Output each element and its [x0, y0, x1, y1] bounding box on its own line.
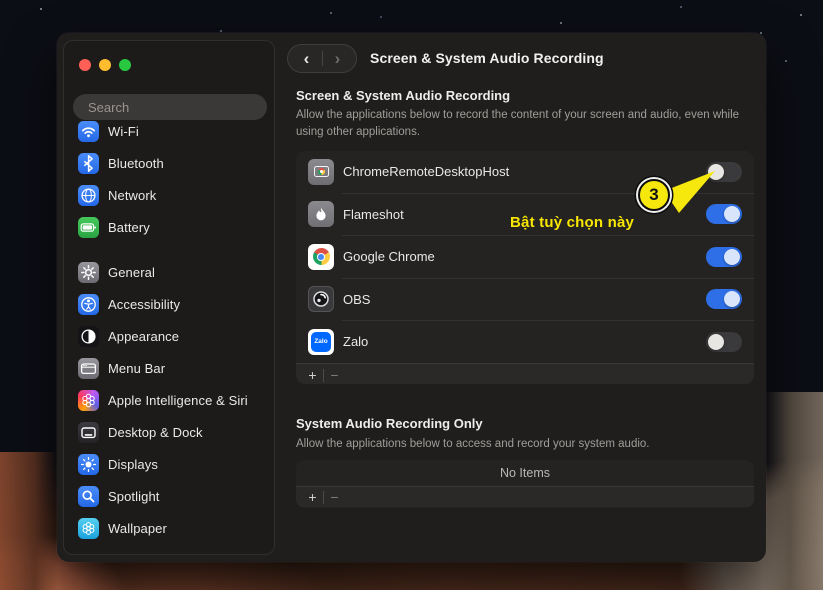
search-field[interactable]: [73, 94, 267, 120]
sidebar-item-accessibility[interactable]: Accessibility: [64, 288, 274, 320]
screen-recording-heading: Screen & System Audio Recording: [296, 88, 510, 103]
flower-icon: [78, 518, 99, 539]
nav-back-forward: ‹ ›: [287, 44, 357, 73]
chrome-remote-desktop-icon: [308, 159, 334, 185]
accessibility-icon: [78, 294, 99, 315]
obs-toggle[interactable]: [706, 289, 742, 309]
minimize-window-button[interactable]: [99, 59, 111, 71]
system-audio-heading: System Audio Recording Only: [296, 416, 483, 431]
sidebar-item-displays[interactable]: Displays: [64, 448, 274, 480]
sidebar-item-wallpaper[interactable]: Wallpaper: [64, 512, 274, 544]
empty-state: No Items: [296, 460, 754, 486]
annotation-step-badge: 3: [638, 179, 670, 211]
app-name: OBS: [343, 292, 697, 307]
sidebar-item-label: Bluetooth: [108, 156, 164, 171]
screen-recording-app-list: ChromeRemoteDesktopHost Flameshot Google…: [296, 151, 754, 384]
page-title: Screen & System Audio Recording: [370, 50, 604, 66]
bluetooth-icon: [78, 153, 99, 174]
annotation-label: Bật tuỳ chọn này: [510, 214, 634, 231]
sidebar-item-label: Menu Bar: [108, 361, 165, 376]
wifi-icon: [78, 121, 99, 142]
sidebar-item-label: Displays: [108, 457, 158, 472]
rock-right: [763, 392, 823, 590]
globe-icon: [78, 185, 99, 206]
sidebar-item-label: Spotlight: [108, 489, 160, 504]
forward-icon[interactable]: ›: [323, 45, 353, 72]
system-audio-list: No Items + −: [296, 460, 754, 508]
menu-bar-icon: [78, 358, 99, 379]
sidebar-item-label: Wi-Fi: [108, 124, 139, 139]
flameshot-toggle[interactable]: [706, 204, 742, 224]
sidebar-item-label: Appearance: [108, 329, 179, 344]
sidebar-item-menu-bar[interactable]: Menu Bar: [64, 352, 274, 384]
sidebar-item-label: Battery: [108, 220, 150, 235]
close-window-button[interactable]: [79, 59, 91, 71]
app-name: ChromeRemoteDesktopHost: [343, 164, 697, 179]
app-name: Google Chrome: [343, 249, 697, 264]
rock-left: [0, 452, 58, 590]
sidebar-item-network[interactable]: Network: [64, 179, 274, 211]
sidebar-item-label: Wallpaper: [108, 521, 167, 536]
sun-icon: [78, 454, 99, 475]
app-row-google-chrome[interactable]: Google Chrome: [296, 236, 754, 278]
app-row-chrome-remote-desktop-host[interactable]: ChromeRemoteDesktopHost: [296, 151, 754, 193]
obs-icon: [308, 286, 334, 312]
screen-recording-description: Allow the applications below to record t…: [296, 107, 754, 140]
sidebar-item-label: Accessibility: [108, 297, 180, 312]
sidebar-item-desktop-dock[interactable]: Desktop & Dock: [64, 416, 274, 448]
appearance-icon: [78, 326, 99, 347]
sidebar-item-bluetooth[interactable]: Bluetooth: [64, 147, 274, 179]
annotation-step-number: 3: [649, 185, 658, 205]
remove-app-button[interactable]: −: [324, 486, 345, 509]
starfield: [40, 8, 42, 10]
remove-app-button[interactable]: −: [324, 364, 345, 384]
sidebar-item-spotlight[interactable]: Spotlight: [64, 480, 274, 512]
traffic-lights: [79, 59, 131, 71]
chrome-remote-desktop-toggle[interactable]: [706, 162, 742, 182]
app-list-footer: + −: [296, 363, 754, 385]
system-audio-description: Allow the applications below to access a…: [296, 436, 754, 453]
add-app-button[interactable]: +: [302, 486, 323, 509]
sidebar-item-battery[interactable]: Battery: [64, 211, 274, 243]
battery-icon: [78, 217, 99, 238]
app-row-obs[interactable]: OBS: [296, 279, 754, 321]
zalo-icon: Zalo: [308, 329, 334, 355]
zalo-toggle[interactable]: [706, 332, 742, 352]
google-chrome-icon: [308, 244, 334, 270]
gear-icon: [78, 262, 99, 283]
back-icon[interactable]: ‹: [292, 45, 322, 72]
sidebar-item-label: Network: [108, 188, 156, 203]
magnifier-icon: [78, 486, 99, 507]
sidebar-item-apple-intelligence[interactable]: Apple Intelligence & Siri: [64, 384, 274, 416]
app-row-zalo[interactable]: Zalo Zalo: [296, 321, 754, 363]
search-input[interactable]: [88, 100, 264, 115]
google-chrome-toggle[interactable]: [706, 247, 742, 267]
sidebar-item-label: Apple Intelligence & Siri: [108, 393, 248, 408]
sidebar-list: Wi-Fi Bluetooth Network: [64, 121, 274, 553]
app-name: Zalo: [343, 334, 697, 349]
sidebar-item-appearance[interactable]: Appearance: [64, 320, 274, 352]
sidebar: Wi-Fi Bluetooth Network: [63, 40, 275, 555]
desktop-dock-icon: [78, 422, 99, 443]
sidebar-group-gap: [64, 243, 274, 256]
add-app-button[interactable]: +: [302, 364, 323, 384]
sidebar-item-label: Desktop & Dock: [108, 425, 203, 440]
sidebar-item-label: General: [108, 265, 155, 280]
system-audio-footer: + −: [296, 486, 754, 507]
sidebar-item-general[interactable]: General: [64, 256, 274, 288]
settings-window: Wi-Fi Bluetooth Network: [57, 33, 766, 562]
zoom-window-button[interactable]: [119, 59, 131, 71]
flameshot-icon: [308, 201, 334, 227]
sidebar-item-wifi[interactable]: Wi-Fi: [64, 121, 274, 147]
apple-intelligence-icon: [78, 390, 99, 411]
